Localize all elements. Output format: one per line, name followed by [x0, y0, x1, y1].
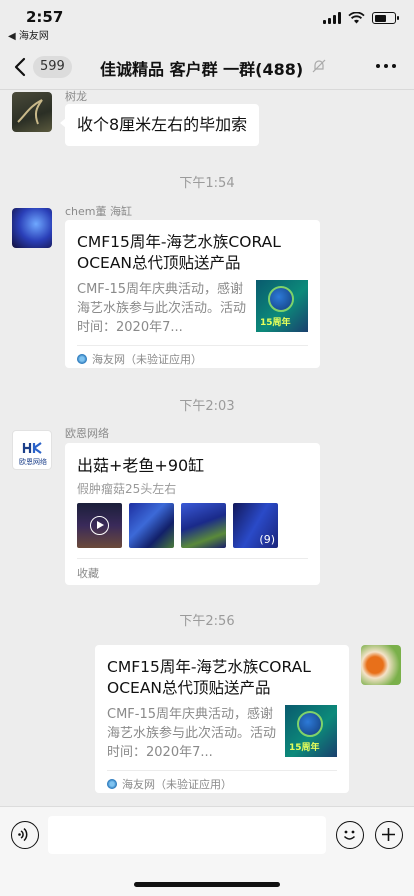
card-source-label: 海友网（未验证应用） [92, 352, 202, 366]
timestamp: 下午1:54 [179, 176, 235, 191]
post-title: 出菇+老鱼+90缸 [77, 456, 205, 475]
chat-header: 599 佳诚精品 客户群 一群(488) [0, 44, 414, 90]
status-bar: 2:57 ◀ 海友网 [0, 0, 414, 44]
card-title: CMF15周年-海艺水族CORAL OCEAN总代顶贴送产品 [77, 233, 281, 272]
app-source-icon [77, 353, 87, 364]
battery-icon [372, 12, 399, 24]
card-source-label: 海友网（未验证应用） [122, 777, 232, 791]
timestamp: 下午2:03 [179, 399, 235, 414]
avatar-caption: 欧恩网络 [19, 458, 47, 466]
status-time: 2:57 [26, 8, 64, 26]
image-thumbnail[interactable] [181, 503, 226, 548]
message-bubble[interactable]: 收个8厘米左右的毕加索 [59, 104, 260, 146]
video-thumbnail[interactable] [77, 503, 122, 548]
card-description: CMF-15周年庆典活动，感谢海艺水族参与此次活动。活动时间：2020年7... [107, 707, 277, 760]
emoji-icon [343, 830, 356, 840]
home-indicator[interactable] [134, 882, 280, 887]
link-card[interactable]: CMF15周年-海艺水族CORAL OCEAN总代顶贴送产品 CMF-15周年庆… [95, 645, 349, 793]
sender-name: 树龙 [65, 90, 87, 103]
avatar[interactable] [12, 92, 52, 132]
plus-icon [382, 828, 395, 841]
avatar[interactable] [12, 208, 52, 248]
play-icon [97, 521, 104, 529]
unread-count-badge[interactable]: 599 [33, 56, 72, 78]
status-indicators [323, 12, 399, 24]
thumbnail-label: 15周年 [260, 318, 291, 328]
post-source: 收藏 [77, 558, 308, 581]
chat-title: 佳诚精品 客户群 一群(488) [100, 60, 304, 79]
card-description: CMF-15周年庆典活动，感谢海艺水族参与此次活动。活动时间：2020年7... [77, 282, 247, 335]
avatar[interactable]: 欧恩网络 [12, 430, 52, 470]
back-to-app-link[interactable]: ◀ 海友网 [8, 27, 49, 42]
card-thumbnail: 15周年 [285, 705, 337, 757]
link-card[interactable]: CMF15周年-海艺水族CORAL OCEAN总代顶贴送产品 CMF-15周年庆… [65, 220, 320, 368]
back-chevron-icon[interactable] [12, 56, 30, 78]
avatar[interactable] [361, 645, 401, 685]
sender-name: 欧恩网络 [65, 427, 109, 440]
signal-icon [323, 12, 341, 24]
card-source: 海友网（未验证应用） [107, 770, 337, 796]
thumbnail-label: 15周年 [289, 743, 320, 753]
timestamp: 下午2:56 [179, 614, 235, 629]
wifi-icon [348, 12, 365, 24]
voice-icon [18, 827, 28, 842]
app-source-icon [107, 778, 117, 789]
image-thumbnail[interactable] [129, 503, 174, 548]
more-images-count: (9) [259, 533, 275, 546]
emoji-button[interactable] [336, 821, 364, 849]
card-title: CMF15周年-海艺水族CORAL OCEAN总代顶贴送产品 [107, 658, 311, 697]
more-actions-button[interactable] [375, 821, 403, 849]
image-thumbnail[interactable]: (9) [233, 503, 278, 548]
voice-input-button[interactable] [11, 821, 39, 849]
mute-bell-icon [312, 59, 326, 73]
sender-name: chem董 海缸 [65, 205, 132, 218]
card-thumbnail: 15周年 [256, 280, 308, 332]
more-options-button[interactable] [376, 64, 396, 68]
card-source: 海友网（未验证应用） [77, 345, 308, 371]
post-subtitle: 假肿瘤菇25头左右 [77, 482, 177, 496]
message-input[interactable] [48, 816, 326, 854]
message-list[interactable]: 树龙 收个8厘米左右的毕加索 下午1:54 chem董 海缸 CMF15周年-海… [0, 90, 414, 806]
favorite-post-card[interactable]: 出菇+老鱼+90缸 假肿瘤菇25头左右 (9) 收藏 [65, 443, 320, 585]
